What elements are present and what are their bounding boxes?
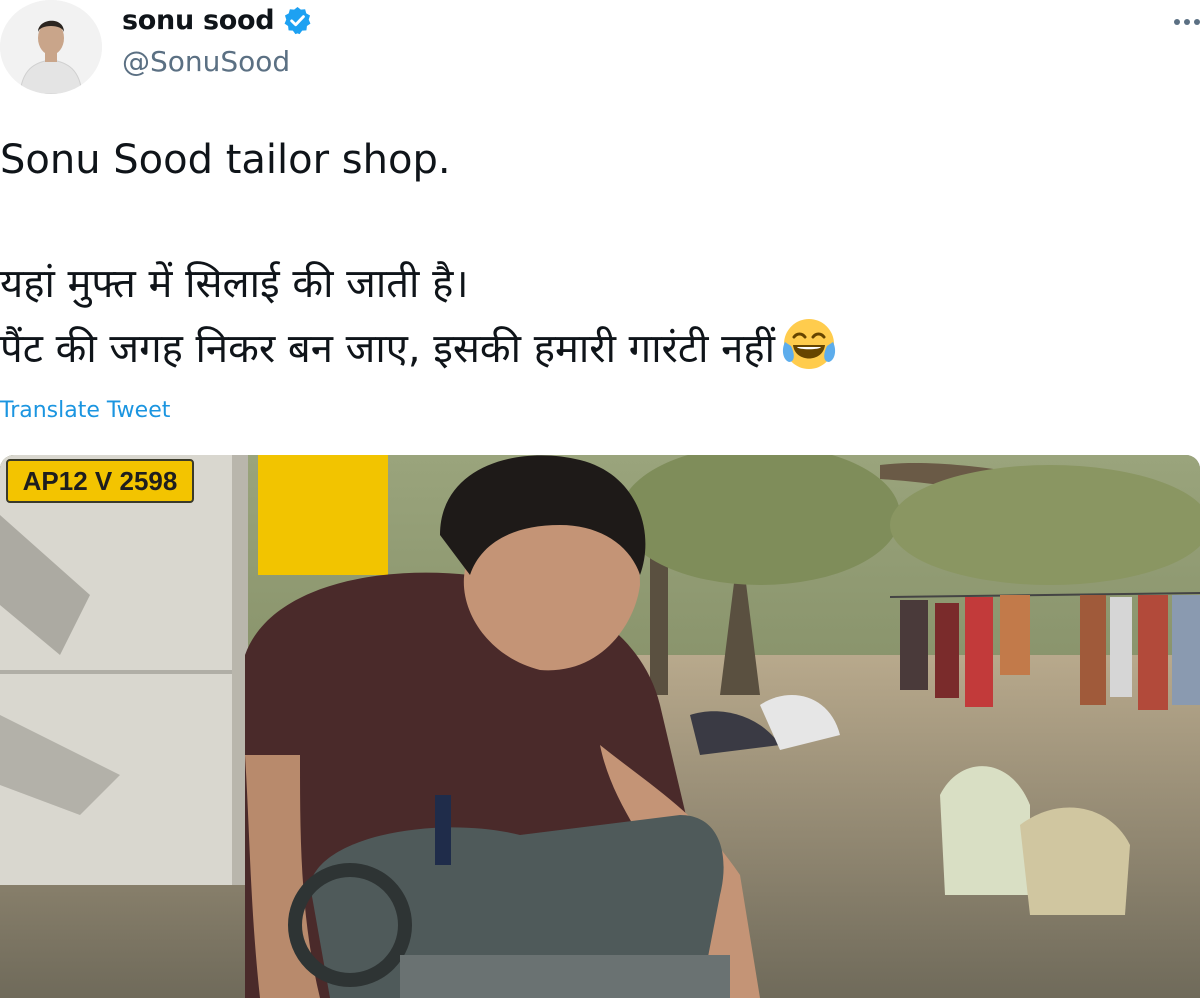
tweet-line-1: Sonu Sood tailor shop. xyxy=(0,137,451,183)
author-name-row[interactable]: sonu sood xyxy=(122,5,313,36)
more-dot xyxy=(1194,19,1200,25)
video-frame-image xyxy=(0,455,1200,998)
tweet-media-video[interactable]: AP12 V 2598 xyxy=(0,455,1200,998)
avatar-image xyxy=(0,0,102,94)
more-dot xyxy=(1184,19,1190,25)
tweet-line-2: यहां मुफ्त में सिलाई की जाती है। xyxy=(0,261,469,307)
author-avatar[interactable] xyxy=(0,0,102,94)
tweet-line-3: पैंट की जगह निकर बन जाए, इसकी हमारी गारं… xyxy=(0,326,775,372)
tweet-text: Sonu Sood tailor shop. यहां मुफ्त में सि… xyxy=(0,128,1200,380)
verified-badge-icon xyxy=(282,5,313,36)
author-handle[interactable]: @SonuSood xyxy=(122,45,290,78)
tweet-line-3-row: पैंट की जगह निकर बन जाए, इसकी हमारी गारं… xyxy=(0,316,1200,380)
laughing-emoji-icon xyxy=(781,316,837,372)
translate-tweet-link[interactable]: Translate Tweet xyxy=(0,398,170,423)
more-dot xyxy=(1174,19,1180,25)
tweet-line-spacer xyxy=(0,192,1200,252)
more-options-icon[interactable] xyxy=(1162,14,1200,30)
license-plate: AP12 V 2598 xyxy=(6,459,194,503)
author-display-name[interactable]: sonu sood xyxy=(122,5,275,36)
